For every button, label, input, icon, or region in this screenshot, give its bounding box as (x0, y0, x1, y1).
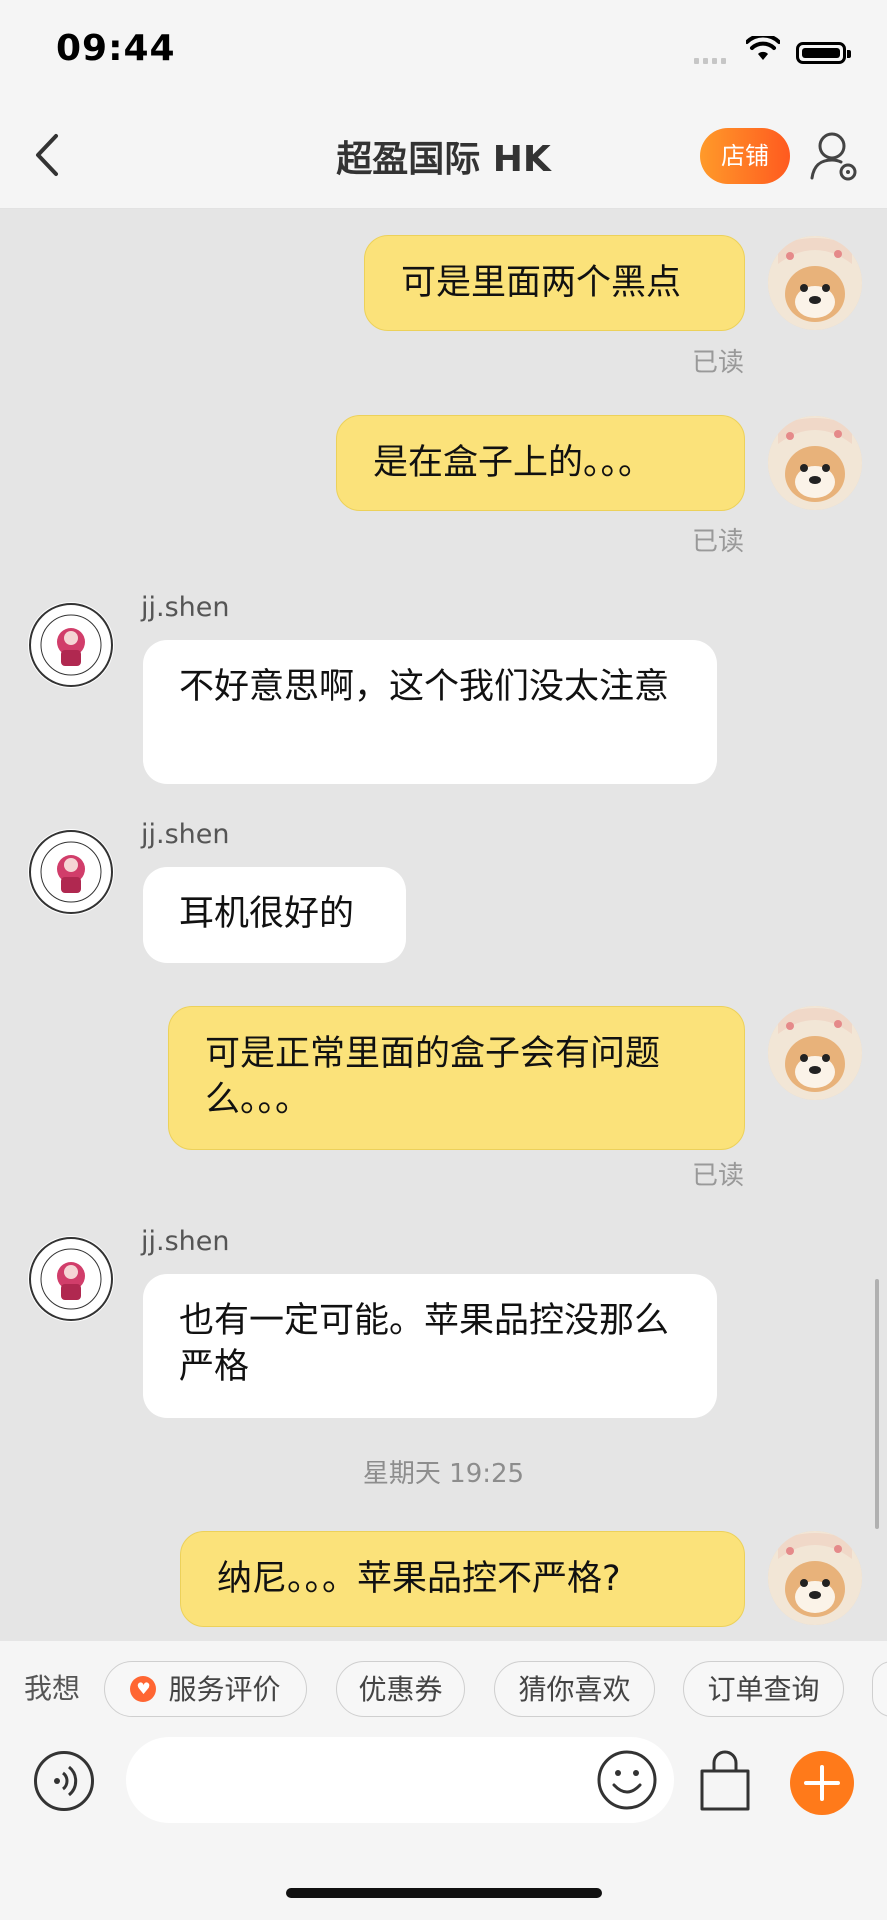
chip-service-review[interactable]: ♥ 服务评价 (104, 1661, 307, 1717)
chip-label: 订单查询 (707, 1673, 820, 1706)
chip-label: 猜你喜欢 (518, 1673, 631, 1706)
chip-coupon[interactable]: 优惠券 (336, 1661, 465, 1717)
chip-order-query[interactable]: 订单查询 (683, 1661, 844, 1717)
dog-avatar-icon (768, 1006, 862, 1100)
read-receipt: 已读 (691, 527, 744, 557)
sender-name: jj.shen (141, 819, 230, 850)
voice-input-icon[interactable] (34, 1751, 94, 1811)
my-avatar[interactable] (768, 1531, 862, 1625)
my-avatar[interactable] (768, 416, 862, 510)
timestamp: 星期天 19:25 (362, 1459, 525, 1489)
message-bubble-mine[interactable]: 是在盒子上的。。。 (336, 415, 745, 511)
read-receipt: 已读 (691, 1161, 744, 1191)
chat-area[interactable]: 可是里面两个黑点 已读 是在盒子上的。。。 已读 jj.shen 不好意思啊，这… (0, 209, 887, 1641)
message-bubble-theirs[interactable]: 耳机很好的 (143, 867, 406, 963)
chip-more[interactable] (872, 1661, 887, 1717)
shop-avatar[interactable] (28, 1236, 114, 1322)
sender-name: jj.shen (141, 592, 230, 623)
dog-avatar-icon (768, 236, 862, 330)
battery-icon (796, 42, 851, 64)
message-bubble-theirs[interactable]: 不好意思啊，这个我们没太注意 (143, 640, 717, 784)
shop-avatar[interactable] (28, 602, 114, 688)
shop-button[interactable]: 店铺 (700, 128, 790, 184)
plus-icon (804, 1765, 840, 1801)
wifi-icon (746, 36, 780, 60)
emoji-icon[interactable] (596, 1749, 658, 1811)
quick-action-bar: 我想 ♥ 服务评价 优惠券 猜你喜欢 订单查询 (0, 1641, 887, 1737)
message-bubble-mine[interactable]: 可是里面两个黑点 (364, 235, 745, 331)
status-bar: 09:44 (0, 0, 887, 100)
dog-avatar-icon (768, 1531, 862, 1625)
scrollbar[interactable] (875, 1279, 879, 1529)
shop-logo-icon (29, 1237, 113, 1321)
add-more-button[interactable] (790, 1751, 854, 1815)
message-bubble-theirs[interactable]: 也有一定可能。苹果品控没那么严格 (143, 1274, 717, 1418)
nav-bar: 超盈国际 HK 店铺 (0, 100, 887, 209)
my-avatar[interactable] (768, 1006, 862, 1100)
message-bubble-mine[interactable]: 可是正常里面的盒子会有问题么。。。 (168, 1006, 745, 1150)
chip-label: 服务评价 (168, 1673, 281, 1706)
service-review-icon: ♥ (130, 1676, 157, 1702)
cellular-signal-icon (694, 56, 734, 64)
user-settings-icon[interactable] (808, 126, 860, 186)
quick-bar-label: 我想 (24, 1672, 81, 1705)
shop-avatar[interactable] (28, 829, 114, 915)
message-input[interactable] (126, 1737, 674, 1823)
status-time: 09:44 (56, 28, 176, 69)
chip-recommend[interactable]: 猜你喜欢 (494, 1661, 655, 1717)
chip-label: 优惠券 (358, 1673, 443, 1706)
dog-avatar-icon (768, 416, 862, 510)
shop-logo-icon (29, 830, 113, 914)
sender-name: jj.shen (141, 1226, 230, 1257)
my-avatar[interactable] (768, 236, 862, 330)
message-bubble-mine[interactable]: 纳尼。。。苹果品控不严格? (180, 1531, 745, 1627)
shop-logo-icon (29, 603, 113, 687)
read-receipt: 已读 (691, 348, 744, 378)
shopping-bag-icon[interactable] (692, 1749, 758, 1815)
home-indicator[interactable] (286, 1888, 602, 1898)
